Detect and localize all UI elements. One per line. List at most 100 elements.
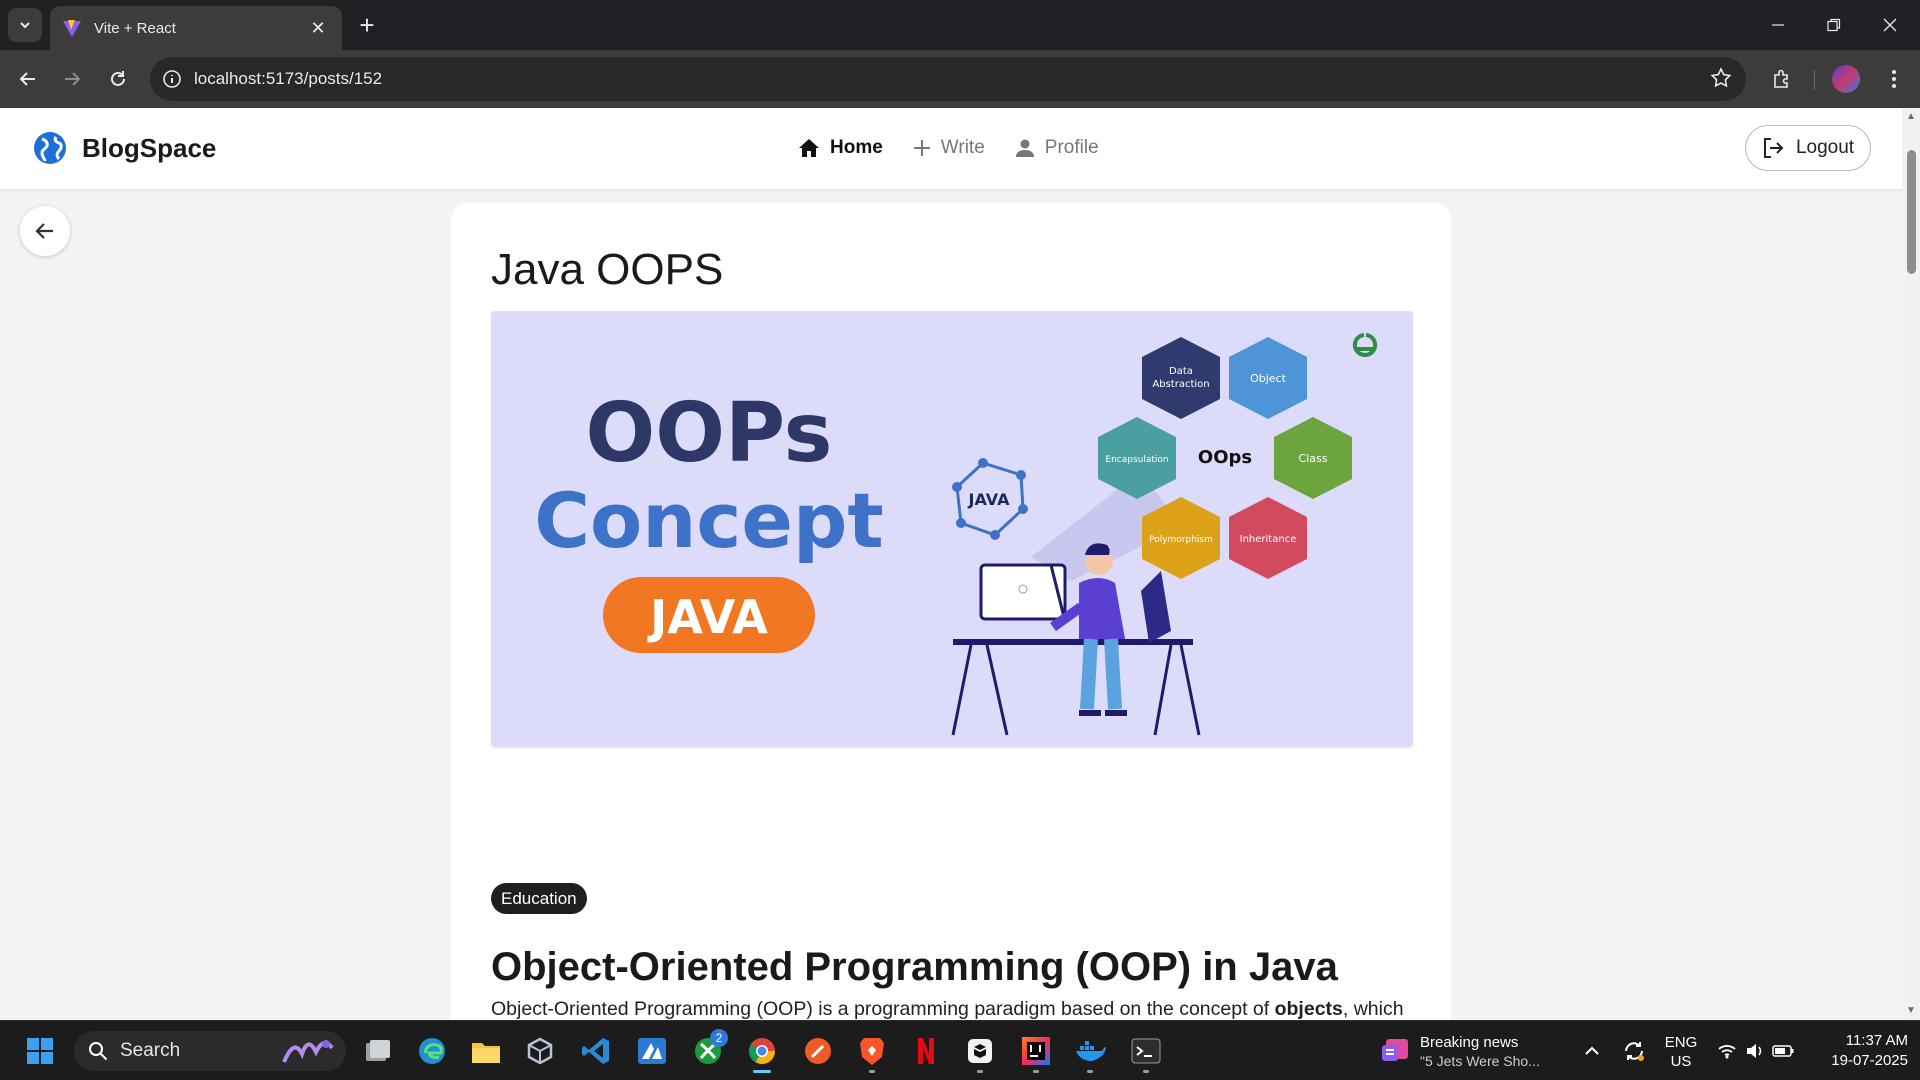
taskbar-search[interactable]: Search — [74, 1031, 346, 1071]
svg-text:Object: Object — [1250, 372, 1287, 385]
taskbar-app-box[interactable] — [960, 1031, 1000, 1073]
taskbar-intellij[interactable] — [1016, 1031, 1056, 1073]
folder-icon — [472, 1043, 500, 1063]
cover-headline-2: Concept — [534, 476, 883, 565]
page-scrollbar[interactable]: ▲ ▼ — [1902, 108, 1920, 1020]
tab-close-icon[interactable]: ✕ — [306, 18, 330, 39]
cover-headline-1: OOPs — [586, 386, 833, 481]
minimize-button[interactable] — [1750, 0, 1806, 50]
docker-icon — [1076, 1041, 1106, 1061]
minimize-icon — [1772, 24, 1784, 26]
tray-wifi[interactable] — [1714, 1031, 1740, 1071]
news-widget[interactable]: Breaking news "5 Jets Were Sho... — [1380, 1029, 1580, 1073]
cover-java-badge-text: JAVA — [647, 590, 768, 644]
logout-label: Logout — [1795, 137, 1855, 158]
scroll-thumb[interactable] — [1907, 150, 1916, 274]
running-app-indicator — [977, 1070, 983, 1073]
arrow-right-icon — [65, 72, 81, 86]
search-label: Search — [120, 1040, 181, 1061]
intellij-icon — [1022, 1037, 1050, 1065]
restore-button[interactable] — [1806, 0, 1862, 50]
puzzle-icon — [1774, 69, 1788, 88]
forward-nav-button[interactable] — [56, 63, 88, 95]
cover-center-label: OOps — [1198, 447, 1252, 468]
tray-battery[interactable] — [1770, 1031, 1796, 1071]
svg-text:Class: Class — [1299, 452, 1328, 465]
scroll-down-icon[interactable]: ▼ — [1906, 1006, 1916, 1016]
brand[interactable]: BlogSpace — [32, 130, 216, 166]
profile-button[interactable] — [1830, 63, 1862, 95]
browser-tab[interactable]: Vite + React ✕ — [50, 6, 342, 50]
post-cover-image: OOPs Concept JAVA Data Abstraction Objec… — [491, 311, 1413, 747]
nav-item-home[interactable]: Home — [798, 137, 883, 159]
main-nav: Home Write Profile — [798, 130, 1129, 166]
taskbar-brave[interactable] — [852, 1031, 892, 1073]
browser-tabstrip: Vite + React ✕ + — [0, 0, 1920, 50]
taskbar-chrome[interactable] — [742, 1031, 782, 1073]
person-icon — [1015, 139, 1034, 157]
taskbar-azure-studio[interactable] — [632, 1031, 672, 1071]
tray-sync[interactable] — [1614, 1031, 1654, 1071]
taskbar-postman[interactable] — [798, 1031, 838, 1071]
taskbar-netflix[interactable] — [906, 1031, 946, 1071]
tab-search-button[interactable] — [8, 8, 42, 42]
svg-text:Encapsulation: Encapsulation — [1105, 455, 1168, 465]
back-nav-button[interactable] — [12, 63, 44, 95]
tray-volume[interactable] — [1742, 1031, 1768, 1071]
nav-item-write[interactable]: Write — [913, 137, 985, 159]
taskbar-file-explorer[interactable] — [466, 1031, 506, 1071]
taskbar-vscode[interactable] — [576, 1031, 616, 1071]
search-icon — [89, 1042, 108, 1061]
post-heading: Object-Oriented Programming (OOP) in Jav… — [491, 945, 1338, 989]
taskbar-clock[interactable]: 11:37 AM 19-07-2025 — [1808, 1031, 1908, 1071]
plus-icon — [913, 140, 930, 156]
sync-icon — [1625, 1042, 1644, 1061]
search-highlight-art-icon — [282, 1040, 334, 1063]
extensions-button[interactable] — [1766, 63, 1798, 95]
post-title: Java OOPS — [491, 245, 724, 294]
netflix-icon — [918, 1038, 934, 1064]
url-text[interactable]: localhost:5173/posts/152 — [194, 69, 382, 89]
edge-icon — [419, 1038, 445, 1064]
site-info-icon[interactable] — [162, 69, 182, 89]
taskbar-xbox[interactable]: 2 — [688, 1029, 728, 1071]
bookmark-star-icon[interactable] — [1710, 67, 1732, 89]
taskbar-docker[interactable] — [1070, 1031, 1110, 1073]
svg-text:Data: Data — [1169, 366, 1193, 377]
reload-button[interactable] — [102, 63, 134, 95]
taskbar-terminal[interactable] — [1126, 1031, 1166, 1073]
news-subtitle: "5 Jets Were Sho... — [1420, 1052, 1540, 1069]
browser-menu-button[interactable] — [1878, 63, 1910, 95]
toolbar-divider — [1814, 70, 1815, 90]
svg-text:Abstraction: Abstraction — [1152, 379, 1209, 390]
running-app-indicator — [1033, 1070, 1039, 1073]
taskbar-task-view[interactable] — [358, 1031, 398, 1071]
nav-item-profile[interactable]: Profile — [1015, 137, 1099, 159]
address-bar[interactable]: localhost:5173/posts/152 — [150, 57, 1746, 101]
page-viewport: BlogSpace Home Write Profile Logout Java… — [0, 108, 1902, 1020]
post-paragraph: Object-Oriented Programming (OOP) is a p… — [491, 993, 1411, 1020]
postman-icon — [805, 1038, 831, 1064]
windows-taskbar: Search 2 Breaking news "5 Jets Were Sho.… — [0, 1020, 1920, 1080]
logout-icon — [1763, 138, 1784, 158]
cover-illustration: OOPs Concept JAVA Data Abstraction Objec… — [491, 311, 1413, 747]
terminal-icon — [1131, 1038, 1161, 1064]
running-app-indicator — [869, 1070, 875, 1073]
tray-overflow-button[interactable] — [1572, 1031, 1612, 1071]
start-button[interactable] — [20, 1031, 60, 1071]
new-tab-button[interactable]: + — [352, 10, 382, 40]
clock-time: 11:37 AM — [1845, 1032, 1908, 1049]
language-indicator[interactable]: ENG US — [1656, 1033, 1706, 1071]
brand-name: BlogSpace — [82, 132, 217, 163]
back-button[interactable] — [20, 206, 70, 256]
app-header: BlogSpace Home Write Profile Logout — [0, 108, 1902, 189]
taskbar-app-cube[interactable] — [520, 1031, 560, 1071]
logout-button[interactable]: Logout — [1745, 125, 1871, 171]
cube-icon — [527, 1037, 553, 1065]
reload-icon — [111, 71, 125, 86]
scroll-up-icon[interactable]: ▲ — [1906, 112, 1916, 122]
category-tag[interactable]: Education — [491, 883, 587, 914]
taskbar-edge[interactable] — [412, 1031, 452, 1071]
close-window-button[interactable] — [1862, 0, 1918, 50]
wifi-icon — [1718, 1045, 1736, 1059]
